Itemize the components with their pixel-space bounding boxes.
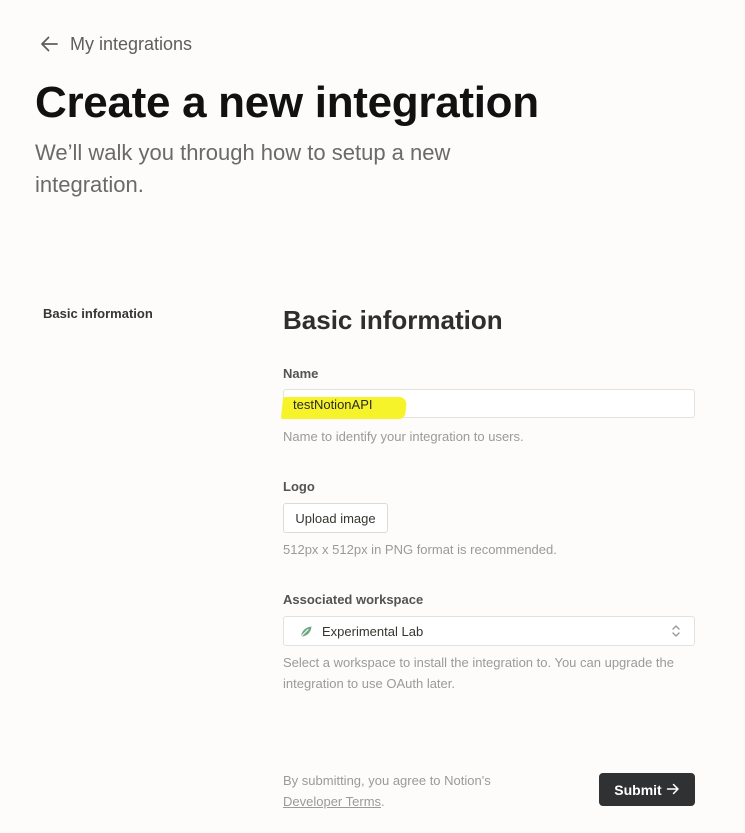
arrow-right-icon bbox=[666, 782, 680, 798]
back-to-my-integrations-link[interactable]: My integrations bbox=[38, 33, 192, 55]
name-input-value: testNotionAPI bbox=[293, 397, 373, 412]
chevron-up-down-icon bbox=[671, 624, 681, 643]
basic-information-section: Basic information Name testNotionAPI Nam… bbox=[280, 300, 695, 691]
terms-notice: By submitting, you agree to Notion's Dev… bbox=[283, 770, 491, 812]
workspace-select-value: Experimental Lab bbox=[322, 624, 424, 639]
leaf-icon bbox=[299, 625, 313, 643]
developer-terms-link[interactable]: Developer Terms bbox=[283, 794, 381, 809]
name-input[interactable]: testNotionAPI bbox=[280, 389, 695, 419]
terms-suffix: . bbox=[381, 794, 385, 809]
name-field-hint: Name to identify your integration to use… bbox=[283, 429, 524, 444]
submit-button-label: Submit bbox=[614, 781, 662, 798]
name-field-label: Name bbox=[283, 366, 319, 381]
section-title: Basic information bbox=[283, 305, 503, 335]
submit-button[interactable]: Submit bbox=[599, 773, 695, 806]
arrow-left-icon bbox=[38, 33, 60, 55]
workspace-field-hint: Select a workspace to install the integr… bbox=[283, 655, 674, 691]
workspace-select[interactable]: Experimental Lab bbox=[283, 616, 695, 646]
terms-prefix: By submitting, you agree to Notion's bbox=[283, 773, 491, 788]
logo-field-label: Logo bbox=[283, 479, 315, 494]
page-subtitle: We’ll walk you through how to setup a ne… bbox=[35, 140, 451, 197]
workspace-field-label: Associated workspace bbox=[283, 592, 424, 607]
logo-field-hint: 512px x 512px in PNG format is recommend… bbox=[283, 542, 557, 557]
back-link-label: My integrations bbox=[70, 33, 193, 54]
sidebar-item-basic-information[interactable]: Basic information bbox=[43, 306, 153, 321]
upload-image-button[interactable]: Upload image bbox=[283, 503, 388, 533]
page-title: Create a new integration bbox=[35, 78, 539, 127]
